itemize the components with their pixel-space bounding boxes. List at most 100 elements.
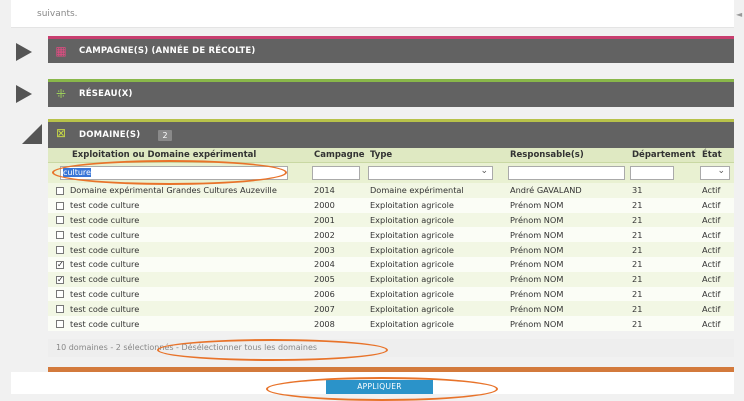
filter-etat-select[interactable] bbox=[700, 165, 730, 180]
cell-responsable: Prénom NOM bbox=[506, 197, 628, 213]
cell-name: test code culture bbox=[48, 316, 310, 331]
cell-name-text: test code culture bbox=[70, 244, 140, 255]
cell-type: Exploitation agricole bbox=[366, 271, 506, 287]
header-type[interactable]: Type bbox=[366, 148, 506, 163]
cell-type: Exploitation agricole bbox=[366, 197, 506, 213]
table-row[interactable]: test code culture 2007 Exploitation agrico… bbox=[48, 301, 734, 317]
row-checkbox[interactable] bbox=[56, 320, 64, 329]
cell-responsable: Prénom NOM bbox=[506, 286, 628, 302]
filter-campagne-input[interactable] bbox=[312, 165, 360, 180]
scroll-marker-icon[interactable]: ◄ bbox=[736, 10, 742, 20]
cell-type: Domaine expérimental bbox=[366, 183, 506, 198]
map-icon: ⊠ bbox=[55, 126, 67, 140]
cell-name: test code culture bbox=[48, 301, 310, 317]
row-checkbox[interactable] bbox=[56, 246, 64, 255]
deselect-all-link[interactable]: Désélectionner tous les domaines bbox=[181, 343, 317, 352]
domaine-count-badge: 2 bbox=[158, 130, 172, 141]
cell-departement: 21 bbox=[628, 212, 698, 228]
cell-name-text: test code culture bbox=[70, 318, 140, 329]
cell-responsable: Prénom NOM bbox=[506, 271, 628, 287]
row-checkbox[interactable] bbox=[56, 216, 64, 225]
header-etat[interactable]: État bbox=[698, 148, 734, 163]
cell-etat: Actif bbox=[698, 183, 734, 198]
cell-name: test code culture bbox=[48, 227, 310, 243]
header-exploitation[interactable]: Exploitation ou Domaine expérimental bbox=[48, 148, 310, 163]
cell-responsable: André GAVALAND bbox=[506, 183, 628, 198]
cell-campagne: 2008 bbox=[310, 316, 366, 331]
expand-campagne-icon[interactable] bbox=[16, 43, 32, 61]
section-title-reseau: RÉSEAU(X) bbox=[79, 89, 133, 99]
cell-etat: Actif bbox=[698, 227, 734, 243]
cell-name-text: test code culture bbox=[70, 200, 140, 211]
cell-name: test code culture bbox=[48, 286, 310, 302]
table-row[interactable]: test code culture 2003 Exploitation agrico… bbox=[48, 242, 734, 257]
table-row[interactable]: test code culture 2002 Exploitation agrico… bbox=[48, 227, 734, 243]
section-campagne[interactable]: ▦ CAMPAGNE(S) (ANNÉE DE RÉCOLTE) bbox=[48, 36, 734, 63]
domaines-table: Exploitation ou Domaine expérimental Cam… bbox=[48, 148, 734, 331]
row-checkbox[interactable]: ✓ bbox=[56, 260, 64, 269]
table-row[interactable]: test code culture 2001 Exploitation agrico… bbox=[48, 212, 734, 228]
table-row[interactable]: test code culture 2000 Exploitation agrico… bbox=[48, 197, 734, 213]
cell-name-text: test code culture bbox=[70, 288, 140, 299]
cell-name-text: test code culture bbox=[70, 229, 140, 240]
expand-reseau-icon[interactable] bbox=[16, 85, 32, 103]
cell-campagne: 2000 bbox=[310, 197, 366, 213]
cell-etat: Actif bbox=[698, 212, 734, 228]
cell-etat: Actif bbox=[698, 271, 734, 287]
cell-etat: Actif bbox=[698, 242, 734, 257]
header-campagne[interactable]: Campagne bbox=[310, 148, 366, 163]
cell-etat: Actif bbox=[698, 301, 734, 317]
table-row[interactable]: Domaine expérimental Grandes Cultures Au… bbox=[48, 183, 734, 198]
row-checkbox[interactable] bbox=[56, 290, 64, 299]
header-departement[interactable]: Département bbox=[628, 148, 698, 163]
row-checkbox[interactable] bbox=[56, 305, 64, 314]
table-row[interactable]: test code culture 2006 Exploitation agrico… bbox=[48, 286, 734, 302]
cell-departement: 21 bbox=[628, 286, 698, 302]
cell-campagne: 2004 bbox=[310, 256, 366, 272]
section-title-domaine: DOMAINE(S) bbox=[79, 130, 141, 140]
section-reseau[interactable]: ⁜ RÉSEAU(X) bbox=[48, 79, 734, 107]
table-row[interactable]: test code culture 2008 Exploitation agrico… bbox=[48, 316, 734, 331]
cell-name: Domaine expérimental Grandes Cultures Au… bbox=[48, 183, 310, 198]
cell-etat: Actif bbox=[698, 256, 734, 272]
cell-responsable: Prénom NOM bbox=[506, 316, 628, 331]
filter-departement-input[interactable] bbox=[630, 165, 674, 180]
cell-type: Exploitation agricole bbox=[366, 301, 506, 317]
cell-campagne: 2006 bbox=[310, 286, 366, 302]
cell-name: ✓ test code culture bbox=[48, 256, 310, 272]
calendar-icon: ▦ bbox=[55, 44, 67, 58]
cell-etat: Actif bbox=[698, 197, 734, 213]
filter-exploitation-value: culture bbox=[63, 167, 91, 177]
cell-departement: 21 bbox=[628, 316, 698, 331]
table-row[interactable]: ✓ test code culture 2004 Exploitation agric… bbox=[48, 256, 734, 272]
section-domaine[interactable]: ⊠ DOMAINE(S) 2 bbox=[48, 119, 734, 148]
filter-exploitation-input[interactable]: culture bbox=[60, 165, 288, 180]
cell-campagne: 2002 bbox=[310, 227, 366, 243]
collapse-domaine-icon[interactable] bbox=[22, 124, 42, 144]
header-responsable[interactable]: Responsable(s) bbox=[506, 148, 628, 163]
cell-type: Exploitation agricole bbox=[366, 212, 506, 228]
selection-summary: 10 domaines - 2 sélectionnés - Désélecti… bbox=[48, 339, 734, 357]
cell-name-text: Domaine expérimental Grandes Cultures Au… bbox=[70, 185, 277, 196]
row-checkbox[interactable] bbox=[56, 201, 64, 210]
campagne-accent-bar bbox=[48, 36, 734, 39]
network-icon: ⁜ bbox=[55, 87, 67, 101]
cell-departement: 21 bbox=[628, 242, 698, 257]
cell-etat: Actif bbox=[698, 286, 734, 302]
cell-name-text: test code culture bbox=[70, 214, 140, 225]
apply-button[interactable]: APPLIQUER bbox=[326, 380, 433, 394]
filter-row: culture bbox=[48, 162, 734, 183]
selection-count-text: 10 domaines - 2 sélectionnés - bbox=[56, 343, 182, 352]
row-checkbox[interactable] bbox=[56, 186, 64, 195]
cell-departement: 21 bbox=[628, 227, 698, 243]
filter-type-select[interactable] bbox=[368, 165, 493, 180]
row-checkbox[interactable] bbox=[56, 231, 64, 240]
cell-campagne: 2014 bbox=[310, 183, 366, 198]
cell-name-text: test code culture bbox=[70, 259, 140, 270]
intro-panel: suivants. bbox=[11, 0, 734, 28]
cell-name: test code culture bbox=[48, 197, 310, 213]
cell-responsable: Prénom NOM bbox=[506, 242, 628, 257]
filter-responsable-input[interactable] bbox=[508, 165, 625, 180]
row-checkbox[interactable]: ✓ bbox=[56, 275, 64, 284]
table-row[interactable]: ✓ test code culture 2005 Exploitation agric… bbox=[48, 271, 734, 287]
